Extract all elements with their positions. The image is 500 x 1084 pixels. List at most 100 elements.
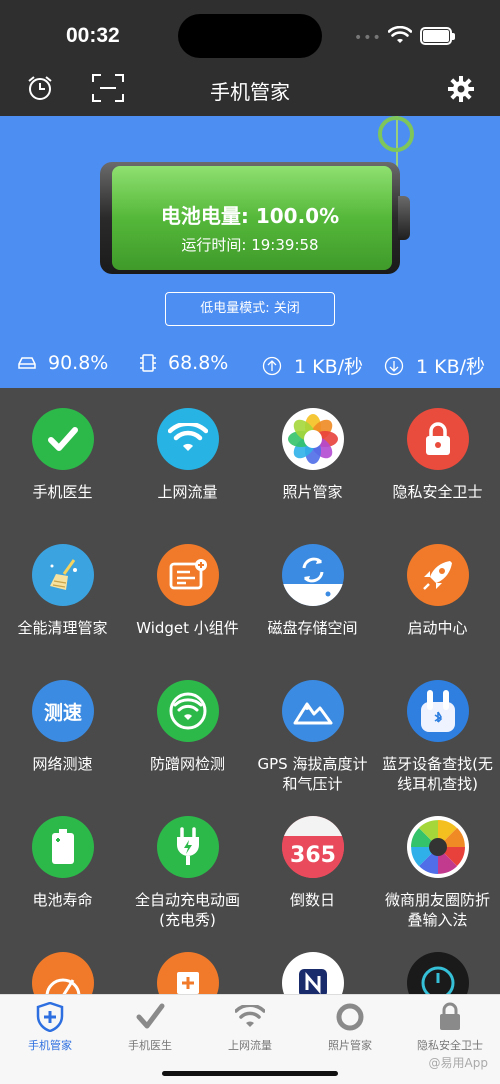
low-power-mode-button[interactable]: 低电量模式: 关闭 <box>165 292 335 326</box>
app-tile[interactable] <box>0 952 125 994</box>
download-icon <box>384 356 404 375</box>
tab-label: 上网流量 <box>228 1039 272 1052</box>
battery-graphic: 电池电量: 100.0% 运行时间: 19:39:58 <box>100 162 410 274</box>
lock-icon <box>434 1001 466 1033</box>
shield-plus-icon <box>34 1001 66 1033</box>
upload-icon <box>262 356 282 375</box>
battery-header: 电池电量: 100.0% 运行时间: 19:39:58 低电量模式: 关闭 90… <box>0 116 500 388</box>
power-icon[interactable] <box>407 952 469 994</box>
app-tile[interactable]: Widget 小组件 <box>125 544 250 674</box>
broom-icon[interactable] <box>32 544 94 606</box>
app-label: 电池寿命 <box>32 891 93 909</box>
tab-item[interactable]: 照片管家 <box>300 999 400 1059</box>
page-title: 手机管家 <box>210 80 290 104</box>
ring-icon <box>334 1001 366 1033</box>
app-label: 全自动充电动画 (充电秀) <box>134 891 240 929</box>
app-tile[interactable]: 照片管家 <box>250 408 375 538</box>
wifi-status-icon <box>388 26 412 43</box>
app-tile[interactable]: GPS 海拔高度计和气压计 <box>250 680 375 810</box>
app-tile[interactable] <box>250 952 375 994</box>
app-label: 网络测速 <box>32 755 93 773</box>
stats-row: 90.8% 68.8% 1 KB/秒 1 KB/秒 <box>0 352 500 382</box>
calendar-icon[interactable]: 365 <box>282 816 344 878</box>
app-label: 倒数日 <box>289 891 335 909</box>
app-tile[interactable] <box>125 952 250 994</box>
wifi-icon[interactable] <box>157 408 219 470</box>
app-label: 手机医生 <box>32 483 93 501</box>
check-icon[interactable] <box>32 408 94 470</box>
nfc-icon[interactable] <box>282 952 344 994</box>
app-label: 磁盘存储空间 <box>267 619 358 637</box>
signal-dots: ••• <box>354 30 382 46</box>
download-stat: 1 KB/秒 <box>384 352 485 379</box>
disk-value: 90.8% <box>48 352 109 374</box>
check-icon <box>134 1001 166 1033</box>
widget-icon[interactable] <box>157 544 219 606</box>
wifi-icon <box>234 1001 266 1033</box>
app-label: 全能清理管家 <box>17 619 108 637</box>
tab-label: 照片管家 <box>328 1039 372 1052</box>
app-tile[interactable]: 全能清理管家 <box>0 544 125 674</box>
tab-item[interactable]: 手机管家 <box>0 999 100 1059</box>
app-label: 隐私安全卫士 <box>392 483 483 501</box>
wifi-shield-icon[interactable] <box>157 680 219 742</box>
app-tile[interactable]: 测速 网络测速 <box>0 680 125 810</box>
aperture-icon[interactable] <box>407 816 469 878</box>
tab-label: 隐私安全卫士 <box>417 1039 483 1052</box>
disk-stat: 90.8% <box>18 352 108 374</box>
battery-icon[interactable] <box>32 816 94 878</box>
tab-item[interactable]: 上网流量 <box>200 999 300 1059</box>
earbuds-icon[interactable] <box>407 680 469 742</box>
lock-icon[interactable] <box>407 408 469 470</box>
upload-value: 1 KB/秒 <box>294 356 364 378</box>
speedtest-icon[interactable]: 测速 <box>32 680 94 742</box>
tab-label: 手机管家 <box>28 1039 72 1052</box>
app-tile[interactable]: 防蹭网检测 <box>125 680 250 810</box>
watermark: @易用App <box>428 1056 488 1070</box>
uptime: 运行时间: 19:39:58 <box>181 236 319 254</box>
app-tile[interactable]: 365 倒数日 <box>250 816 375 946</box>
app-label: 防蹭网检测 <box>149 755 225 773</box>
gear-icon[interactable] <box>448 76 474 102</box>
tab-item[interactable]: 隐私安全卫士 <box>400 999 500 1059</box>
app-tile[interactable]: 全自动充电动画 (充电秀) <box>125 816 250 946</box>
chip-icon <box>140 354 156 372</box>
upload-stat: 1 KB/秒 <box>262 352 363 379</box>
svg-text:365: 365 <box>290 843 336 868</box>
top-bar: 00:32 ••• 手机管家 <box>0 0 500 116</box>
status-time: 00:32 <box>66 24 120 47</box>
tab-item[interactable]: 手机医生 <box>100 999 200 1059</box>
app-label: 微商朋友圈防折叠输入法 <box>384 891 490 929</box>
app-label: Widget 小组件 <box>136 619 239 637</box>
app-label: 启动中心 <box>407 619 468 637</box>
dynamic-island <box>178 14 322 58</box>
pull-ring-icon[interactable] <box>378 116 414 152</box>
app-label: GPS 海拔高度计和气压计 <box>257 755 368 793</box>
memory-stat: 68.8% <box>140 352 228 374</box>
chip-icon[interactable] <box>157 952 219 994</box>
rocket-icon[interactable] <box>407 544 469 606</box>
app-label: 上网流量 <box>157 483 218 501</box>
app-tile[interactable]: 蓝牙设备查找(无线耳机查找) <box>375 680 500 810</box>
mountain-icon[interactable] <box>282 680 344 742</box>
app-grid: 手机医生 上网流量 照片管家 隐私安全卫士全能清理管家 Widget 小组件 磁盘存储空间… <box>0 388 500 994</box>
app-tile[interactable]: 手机医生 <box>0 408 125 538</box>
app-tile[interactable]: 启动中心 <box>375 544 500 674</box>
app-label: 蓝牙设备查找(无线耳机查找) <box>382 755 493 793</box>
tab-label: 手机医生 <box>128 1039 172 1052</box>
app-tile[interactable]: 微商朋友圈防折叠输入法 <box>375 816 500 946</box>
app-tile[interactable]: 上网流量 <box>125 408 250 538</box>
battery-status-icon <box>420 27 455 45</box>
app-tile[interactable]: 隐私安全卫士 <box>375 408 500 538</box>
plug-icon[interactable] <box>157 816 219 878</box>
app-tile[interactable]: 磁盘存储空间 <box>250 544 375 674</box>
app-tile[interactable] <box>375 952 500 994</box>
app-tile[interactable]: 电池寿命 <box>0 816 125 946</box>
home-indicator <box>162 1071 338 1076</box>
app-label: 照片管家 <box>282 483 343 501</box>
battery-level: 电池电量: 100.0% <box>160 204 340 228</box>
photos-icon[interactable] <box>282 408 344 470</box>
disk-icon[interactable] <box>282 544 344 606</box>
speedometer-icon[interactable] <box>32 952 94 994</box>
disk-icon <box>18 357 36 369</box>
